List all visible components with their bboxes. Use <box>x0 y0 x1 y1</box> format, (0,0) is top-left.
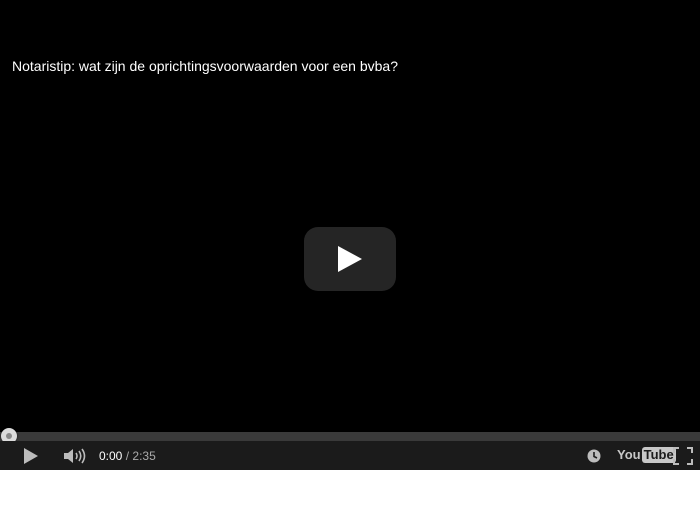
time-display: 0:00 / 2:35 <box>99 449 156 463</box>
youtube-logo[interactable]: You Tube <box>617 447 676 463</box>
current-time: 0:00 <box>99 449 123 463</box>
volume-icon <box>64 448 86 464</box>
play-icon <box>338 246 362 272</box>
volume-button[interactable] <box>64 448 88 464</box>
time-separator: / <box>125 449 130 463</box>
big-play-button[interactable] <box>304 227 396 291</box>
clock-icon <box>587 449 601 463</box>
youtube-logo-you: You <box>617 447 641 462</box>
watch-later-button[interactable] <box>587 449 601 463</box>
duration: 2:35 <box>132 449 156 463</box>
control-bar: 0:00 / 2:35 You Tube <box>0 441 700 470</box>
play-button[interactable] <box>22 448 40 464</box>
video-title[interactable]: Notaristip: wat zijn de oprichtingsvoorw… <box>12 56 398 76</box>
fullscreen-button[interactable] <box>673 447 693 465</box>
youtube-logo-tube: Tube <box>641 447 676 463</box>
play-icon <box>24 448 38 464</box>
video-player[interactable]: Notaristip: wat zijn de oprichtingsvoorw… <box>0 0 700 470</box>
fullscreen-icon <box>673 447 693 465</box>
progress-bar[interactable] <box>0 432 700 441</box>
